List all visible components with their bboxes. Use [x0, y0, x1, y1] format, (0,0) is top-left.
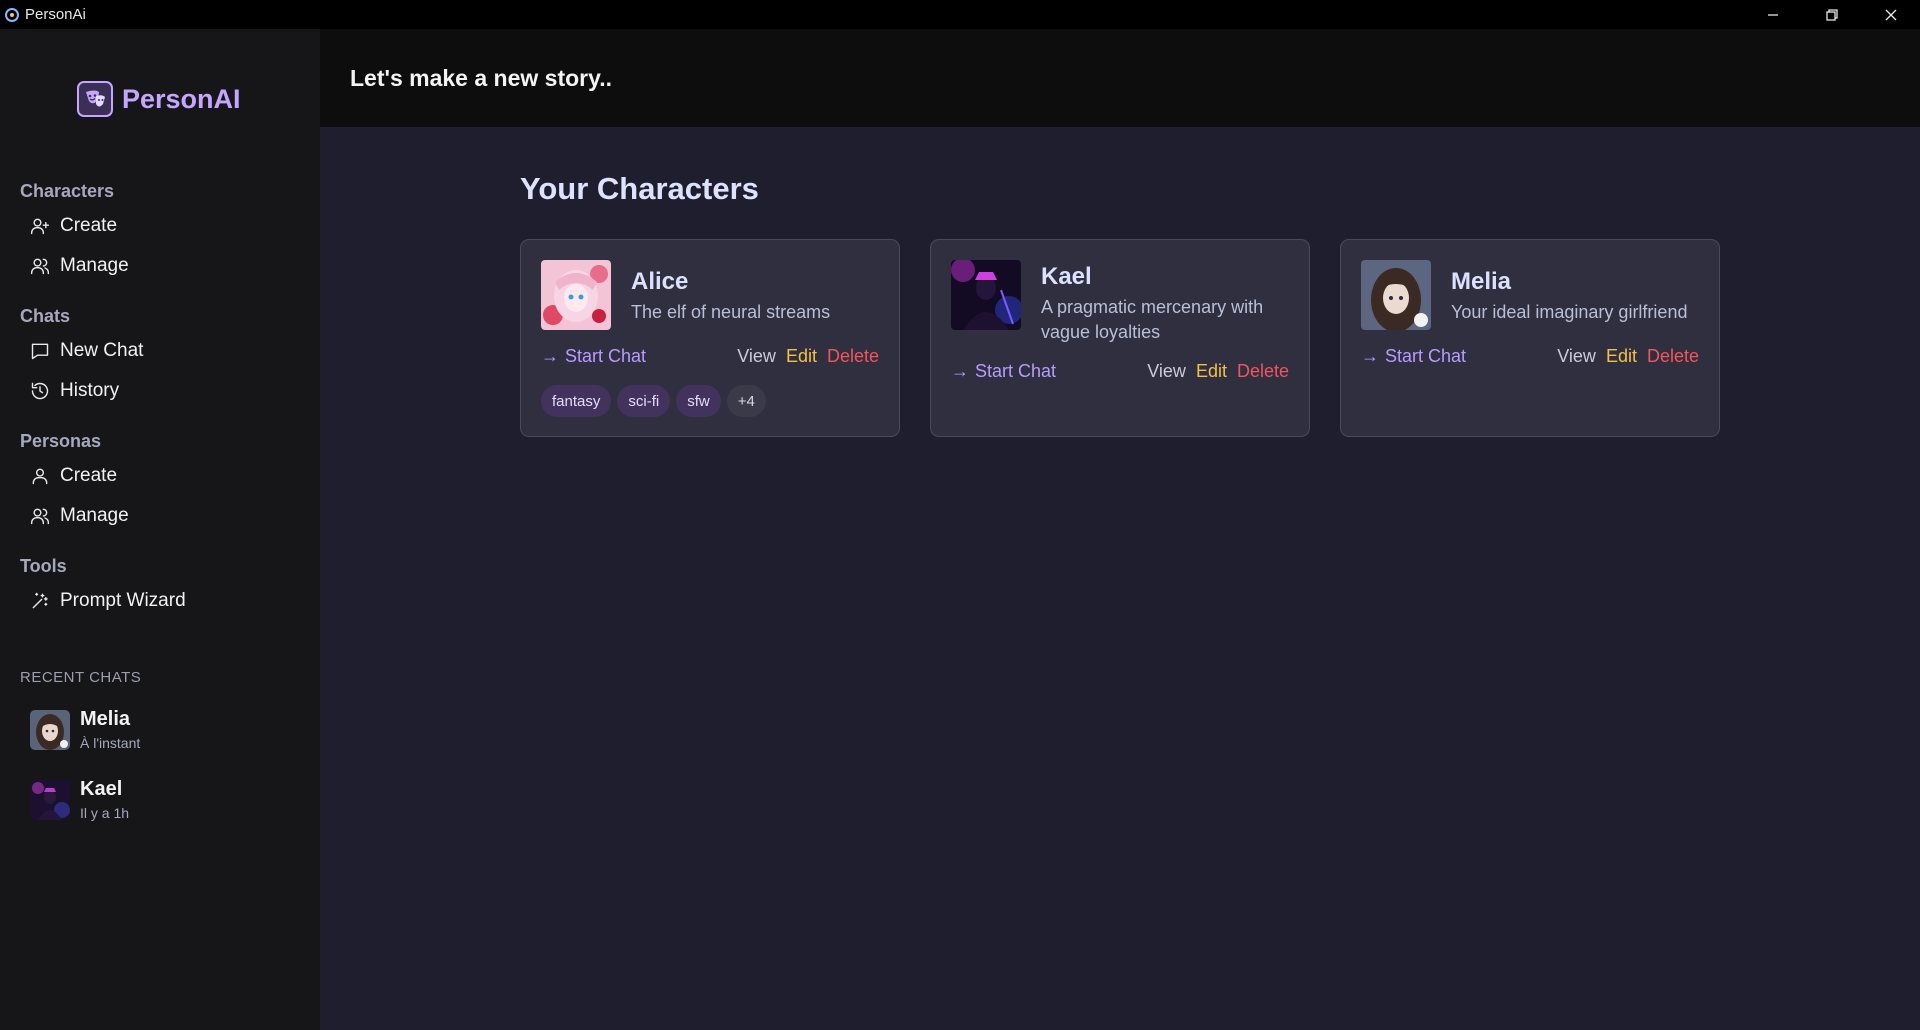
- character-name: Melia: [1451, 268, 1512, 295]
- users-icon: [30, 258, 50, 275]
- tag-list: fantasy sci-fi sfw +4: [541, 385, 772, 417]
- user-icon: [32, 468, 48, 485]
- minimize-button[interactable]: [1743, 0, 1802, 29]
- recent-chat-melia[interactable]: Melia À l'instant: [30, 708, 140, 751]
- avatar: [30, 709, 70, 750]
- section-chats: Chats: [20, 306, 71, 326]
- sidebar-item-label: Create: [60, 465, 118, 486]
- more-tags-badge[interactable]: +4: [726, 385, 766, 417]
- delete-button[interactable]: Delete: [1647, 346, 1699, 367]
- sidebar-item-label: History: [60, 380, 120, 401]
- window-controls: [1743, 0, 1920, 29]
- start-chat-button[interactable]: → Start Chat: [951, 361, 1056, 382]
- arrow-right-icon: →: [1361, 346, 1379, 366]
- sidebar-item-create-character[interactable]: Create: [30, 212, 117, 240]
- view-button[interactable]: View: [1147, 361, 1186, 382]
- delete-button[interactable]: Delete: [827, 346, 879, 367]
- app-icon: [5, 7, 19, 22]
- section-personas: Personas: [20, 431, 102, 451]
- section-characters: Characters: [20, 181, 115, 201]
- sidebar-item-label: New Chat: [60, 340, 144, 361]
- avatar: [541, 260, 611, 330]
- sidebar-item-create-persona[interactable]: Create: [30, 462, 117, 490]
- sidebar-item-new-chat[interactable]: New Chat: [30, 337, 143, 365]
- logo-text: PersonAI: [122, 83, 241, 114]
- start-chat-label: Start Chat: [975, 361, 1057, 381]
- minimize-icon: [1767, 13, 1778, 16]
- card-actions: → Start Chat View Edit Delete: [541, 346, 879, 367]
- start-chat-button[interactable]: → Start Chat: [541, 346, 646, 367]
- message-square-icon: [31, 343, 49, 360]
- character-card-kael[interactable]: Kael A pragmatic mercenary with vague lo…: [930, 239, 1310, 437]
- start-chat-button[interactable]: → Start Chat: [1361, 346, 1466, 367]
- sidebar-item-label: Manage: [60, 505, 129, 526]
- avatar: [951, 260, 1021, 330]
- recent-chat-kael[interactable]: Kael Il y a 1h: [30, 778, 129, 821]
- sidebar-item-label: Prompt Wizard: [60, 590, 186, 611]
- section-tools: Tools: [20, 556, 67, 576]
- avatar: [30, 779, 70, 820]
- users-icon: [30, 508, 50, 525]
- sidebar-item-label: Manage: [60, 255, 129, 276]
- recent-chats-title: RECENT CHATS: [20, 669, 142, 686]
- card-actions: → Start Chat View Edit Delete: [1361, 346, 1699, 367]
- sidebar-item-prompt-wizard[interactable]: Prompt Wizard: [30, 587, 186, 615]
- recent-chat-time: À l'instant: [80, 735, 141, 751]
- close-icon: [1885, 9, 1896, 20]
- sidebar: PersonAI Characters Create Manage Chats …: [0, 29, 320, 1030]
- restore-button[interactable]: [1802, 0, 1861, 29]
- arrow-right-icon: →: [951, 361, 969, 381]
- header: Let's make a new story..: [320, 29, 1920, 127]
- logo[interactable]: PersonAI: [77, 81, 241, 117]
- start-chat-label: Start Chat: [1385, 346, 1467, 366]
- character-name: Kael: [1041, 263, 1092, 290]
- recent-chat-time: Il y a 1h: [80, 805, 130, 821]
- recent-chat-name: Melia: [80, 708, 131, 730]
- history-icon: [31, 382, 49, 400]
- wand-icon: [32, 592, 48, 609]
- tag[interactable]: fantasy: [541, 385, 612, 417]
- start-chat-label: Start Chat: [565, 346, 647, 366]
- sidebar-item-label: Create: [60, 215, 118, 236]
- character-description: The elf of neural streams: [631, 302, 831, 322]
- recent-chat-name: Kael: [80, 778, 123, 800]
- edit-button[interactable]: Edit: [1196, 361, 1227, 382]
- tag[interactable]: sfw: [676, 385, 721, 417]
- sidebar-item-history[interactable]: History: [30, 377, 119, 405]
- sidebar-item-manage-personas[interactable]: Manage: [30, 502, 129, 530]
- view-button[interactable]: View: [737, 346, 776, 367]
- edit-button[interactable]: Edit: [1606, 346, 1637, 367]
- arrow-right-icon: →: [541, 346, 559, 366]
- window-titlebar: PersonAi: [0, 0, 1920, 29]
- character-card-alice[interactable]: Alice The elf of neural streams → Start …: [520, 239, 900, 437]
- view-button[interactable]: View: [1557, 346, 1596, 367]
- window-title: PersonAi: [25, 6, 86, 23]
- avatar: [1361, 260, 1431, 330]
- restore-icon: [1825, 8, 1838, 21]
- page-title: Your Characters: [520, 171, 759, 206]
- character-description: Your ideal imaginary girlfriend: [1451, 302, 1688, 322]
- delete-button[interactable]: Delete: [1237, 361, 1289, 382]
- tag[interactable]: sci-fi: [617, 385, 671, 417]
- sidebar-item-manage-characters[interactable]: Manage: [30, 252, 129, 280]
- user-plus-icon: [30, 218, 50, 235]
- character-name: Alice: [631, 268, 689, 295]
- card-actions: → Start Chat View Edit Delete: [951, 361, 1289, 382]
- character-description: A pragmatic mercenary with vague loyalti…: [1041, 297, 1264, 342]
- theater-masks-icon: [77, 81, 113, 117]
- edit-button[interactable]: Edit: [786, 346, 817, 367]
- close-button[interactable]: [1861, 0, 1920, 29]
- header-title: Let's make a new story..: [350, 65, 612, 91]
- character-card-melia[interactable]: Melia Your ideal imaginary girlfriend → …: [1340, 239, 1720, 437]
